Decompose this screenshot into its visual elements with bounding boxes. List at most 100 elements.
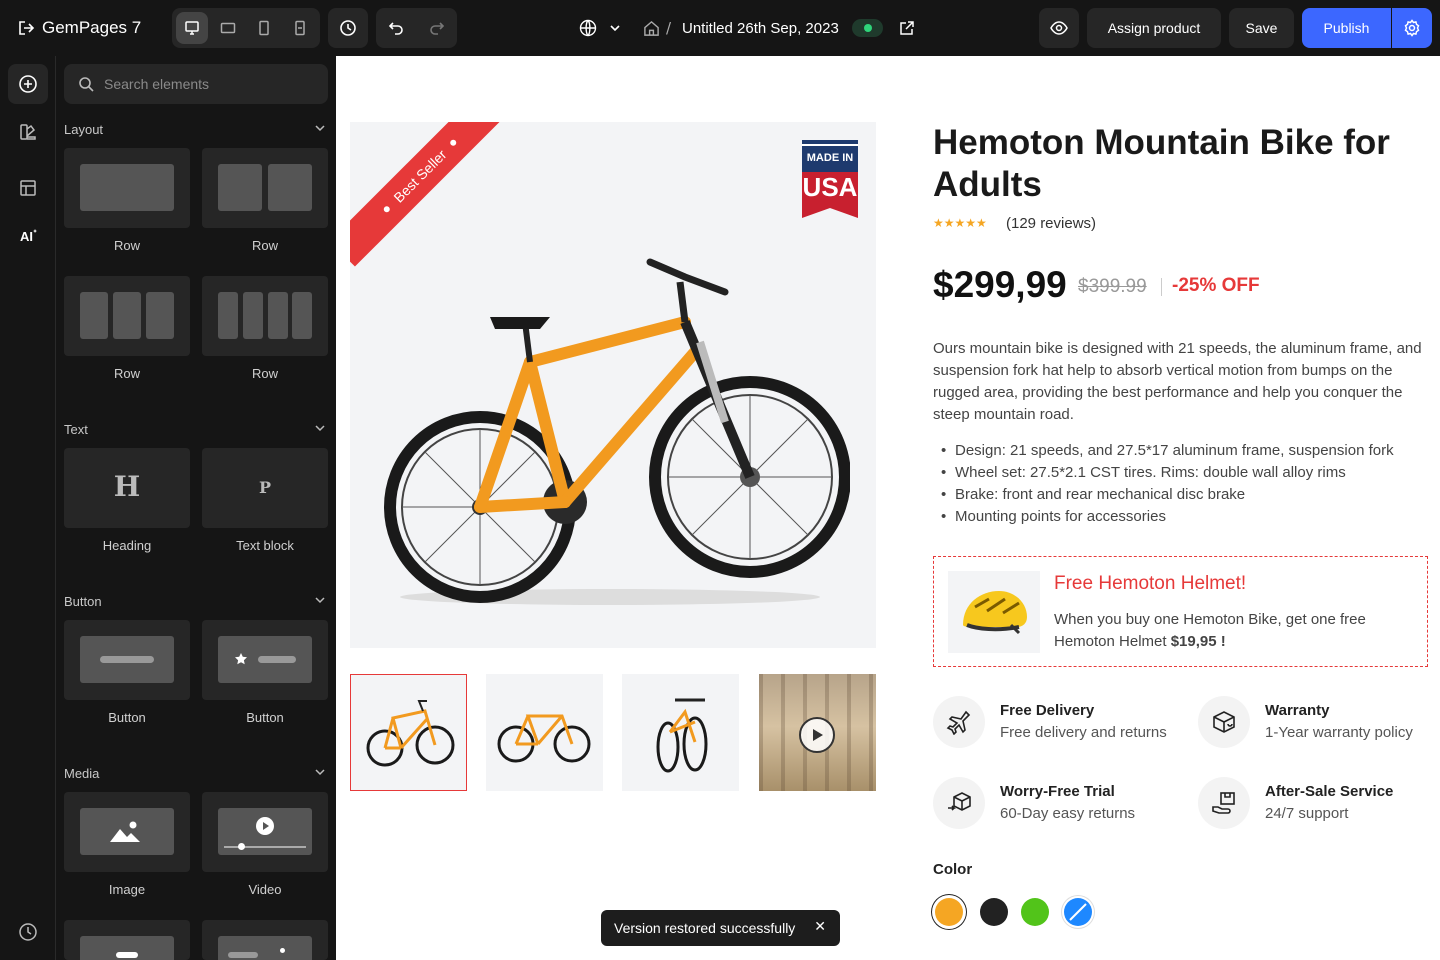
row-1-col-element[interactable] [64, 148, 190, 228]
thumbnail-1[interactable] [350, 674, 467, 791]
row-preview [243, 292, 263, 339]
section-button-header[interactable]: Button [64, 594, 328, 609]
breadcrumb-separator: / [666, 19, 672, 37]
text-block-element[interactable]: P [202, 448, 328, 528]
free-gift-promo[interactable]: Free Hemoton Helmet! When you buy one He… [933, 556, 1428, 667]
open-preview-link[interactable] [896, 17, 918, 39]
custom-width-button[interactable] [284, 12, 316, 44]
section-label: Button [64, 594, 102, 609]
color-swatch-blue[interactable] [1064, 898, 1092, 926]
section-layout-header[interactable]: Layout [64, 122, 328, 137]
color-swatch-green[interactable] [1021, 898, 1049, 926]
desktop-view-button[interactable] [176, 12, 208, 44]
bike-thumbnail [656, 698, 708, 773]
ribbon-dot [448, 138, 458, 148]
chevron-down-icon [315, 125, 325, 132]
sections-button[interactable] [8, 168, 48, 208]
svg-text:AI: AI [20, 229, 33, 244]
helmet-icon [963, 591, 1027, 635]
heading-element[interactable]: H [64, 448, 190, 528]
exit-button[interactable] [14, 16, 38, 40]
page-title[interactable]: Untitled 26th Sep, 2023 [682, 16, 839, 40]
review-count[interactable]: (129 reviews) [1006, 215, 1096, 232]
product-price: $299,99 [933, 264, 1067, 305]
exit-icon [19, 21, 35, 35]
tile-label: Text block [236, 538, 294, 553]
row-preview [146, 292, 174, 339]
undo-button[interactable] [376, 8, 416, 48]
thumbnail-video[interactable] [759, 674, 876, 791]
promo-text: When you buy one Hemoton Bike, get one f… [1054, 609, 1414, 653]
external-link-icon [900, 21, 914, 35]
redo-button[interactable] [417, 8, 457, 48]
home-button[interactable] [641, 18, 661, 38]
star-icon [235, 653, 247, 665]
preview-button[interactable] [1039, 8, 1079, 48]
section-text-header[interactable]: Text [64, 422, 328, 437]
support-box-icon [1212, 792, 1235, 814]
save-button[interactable]: Save [1229, 8, 1294, 48]
made-in-usa-badge: MADE IN USA [802, 140, 858, 218]
assign-product-button[interactable]: Assign product [1087, 8, 1221, 48]
media-preview [218, 936, 312, 960]
product-main-image[interactable]: Best Seller MADE IN USA [350, 122, 876, 648]
feature-title: Warranty [1265, 702, 1330, 719]
language-selector[interactable] [576, 16, 624, 40]
product-title[interactable]: Hemoton Mountain Bike for Adults [933, 122, 1393, 206]
color-swatch-black[interactable] [980, 898, 1008, 926]
tablet-view-button[interactable] [212, 12, 244, 44]
row-4-col-element[interactable] [202, 276, 328, 356]
play-icon [813, 729, 823, 741]
page-status-toggle[interactable] [852, 19, 883, 37]
theme-styles-button[interactable] [8, 112, 48, 152]
product-description[interactable]: Ours mountain bike is designed with 21 s… [933, 338, 1433, 426]
ai-button[interactable]: AI [8, 216, 48, 256]
media-preview [80, 936, 174, 960]
row-3-col-element[interactable] [64, 276, 190, 356]
brand-name: GemPages 7 [42, 18, 142, 37]
tile-label: Button [246, 710, 284, 725]
badge-bottom-text: USA [802, 172, 858, 202]
thumbnail-3[interactable] [622, 674, 739, 791]
video-progress-bar [224, 846, 306, 848]
row-2-col-element[interactable] [202, 148, 328, 228]
feature-subtitle: 1-Year warranty policy [1265, 724, 1413, 741]
feature-subtitle: Free delivery and returns [1000, 724, 1167, 741]
button-element[interactable] [64, 620, 190, 700]
ai-icon: AI [20, 229, 37, 244]
elements-panel: Search elements Layout Row Row Row Row T… [56, 56, 336, 960]
color-label: Color [933, 861, 973, 878]
section-label: Text [64, 422, 88, 437]
icon-button-element[interactable] [202, 620, 328, 700]
publish-button[interactable]: Publish [1302, 8, 1391, 48]
history-button[interactable] [328, 8, 368, 48]
publish-settings-button[interactable] [1392, 8, 1432, 48]
search-elements-input[interactable]: Search elements [64, 64, 328, 104]
heading-glyph: H [113, 470, 141, 503]
video-element[interactable] [202, 792, 328, 872]
add-elements-button[interactable] [8, 64, 48, 104]
history-rail-button[interactable] [8, 912, 48, 952]
play-button[interactable] [799, 717, 835, 753]
button-text-bar [100, 656, 154, 663]
editor-canvas[interactable]: Best Seller MADE IN USA Hemoton Mountain… [336, 56, 1440, 960]
section-media-header[interactable]: Media [64, 766, 328, 781]
thumbnail-2[interactable] [486, 674, 603, 791]
brand-logo: GemPages 7 [42, 16, 141, 40]
left-rail: AI [0, 56, 56, 960]
feature-subtitle: 24/7 support [1265, 805, 1349, 822]
tile-label: Image [108, 882, 146, 897]
search-icon [79, 77, 94, 92]
media-preview-dot [280, 948, 285, 953]
image-element[interactable] [64, 792, 190, 872]
icon-circle [1198, 696, 1250, 748]
color-swatch-orange[interactable] [935, 898, 963, 926]
media-element-partial[interactable] [64, 920, 190, 960]
mobile-view-button[interactable] [248, 12, 280, 44]
chevron-down-icon [315, 597, 325, 604]
plane-icon [946, 710, 971, 735]
box-icon [1213, 711, 1235, 733]
media-element-partial[interactable] [202, 920, 328, 960]
close-icon[interactable]: ✕ [814, 918, 826, 935]
feature-warranty: Warranty 1-Year warranty policy [1198, 696, 1440, 748]
